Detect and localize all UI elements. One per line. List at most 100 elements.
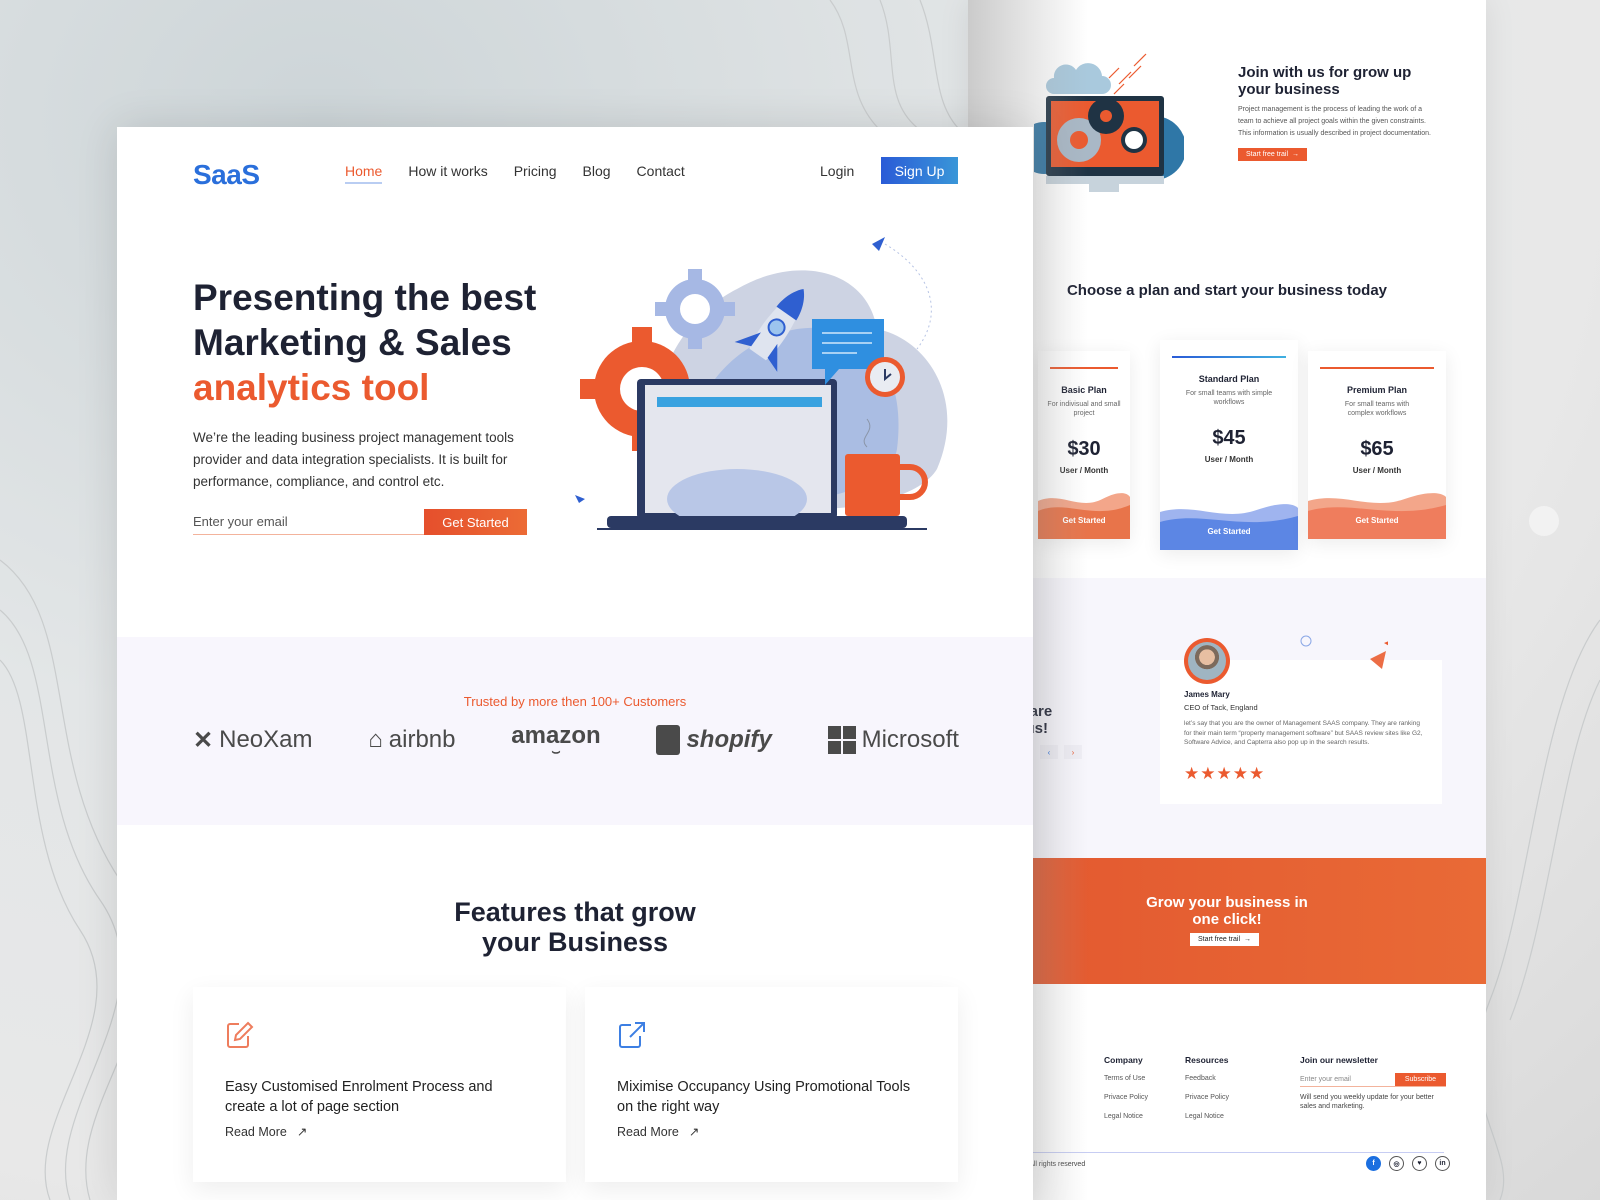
testimonial-nav: ‹ › <box>1040 745 1082 759</box>
hero-title-line: Presenting the best <box>193 277 537 318</box>
nav-pricing[interactable]: Pricing <box>514 163 557 184</box>
join-section: Join with us for grow up your business P… <box>1238 64 1438 161</box>
brand-amazon: amazon ⌣ <box>511 724 600 759</box>
email-input[interactable]: Enter your email <box>193 510 425 535</box>
microsoft-logo-icon <box>827 726 856 754</box>
main-page-preview: SaaS Home How it works Pricing Blog Cont… <box>117 127 1033 1200</box>
features-title-line: Features that grow <box>454 897 696 927</box>
brand-airbnb: ⌂ airbnb <box>368 726 455 754</box>
cta-title-line: Grow your business in <box>1146 894 1308 911</box>
newsletter: Join our newsletter Enter your email Sub… <box>1300 1055 1446 1111</box>
footer-link[interactable]: Legal Notice <box>1104 1113 1148 1120</box>
arrow-up-right-icon: ↗ <box>296 1125 308 1139</box>
plan-wave <box>1308 493 1446 539</box>
plan-name: Basic Plan <box>1061 385 1107 395</box>
plans-title: Choose a plan and start your business to… <box>1066 282 1388 299</box>
get-started-button[interactable]: Get Started <box>424 509 527 535</box>
brand-name: airbnb <box>388 726 456 753</box>
monitor-gears-illustration <box>1034 53 1184 192</box>
trusted-by-section: Trusted by more then 100+ Customers ✕ Neo… <box>117 637 1033 825</box>
reviewer-name: James Mary <box>1184 690 1230 699</box>
brand-name: NeoXam <box>219 726 313 753</box>
plan-card-premium: Premium Plan For small teams with comple… <box>1308 351 1446 539</box>
logo-text: Saa <box>193 159 242 190</box>
plan-card-basic: Basic Plan For indivisual and small proj… <box>1038 351 1130 539</box>
instagram-icon[interactable]: ◎ <box>1389 1156 1404 1171</box>
feature-title: Easy Customised Enrolment Process and cr… <box>225 1079 493 1115</box>
cta-title-line: one click! <box>1192 911 1262 928</box>
nav-contact[interactable]: Contact <box>637 163 685 184</box>
subscribe-button[interactable]: Subscribe <box>1394 1073 1446 1086</box>
feature-card: Miximise Occupancy Using Promotional Too… <box>585 987 958 1182</box>
main-nav: Home How it works Pricing Blog Contact <box>345 163 685 184</box>
plan-get-started-button[interactable]: Get Started <box>1038 516 1130 525</box>
next-arrow-button[interactable]: › <box>1064 745 1082 759</box>
plan-name: Premium Plan <box>1346 385 1408 395</box>
nav-how-it-works[interactable]: How it works <box>408 163 487 184</box>
external-link-icon <box>619 1022 645 1048</box>
footer-heading: Resources <box>1185 1055 1229 1065</box>
twitter-icon[interactable]: ♥ <box>1412 1156 1427 1171</box>
reviewer-role: CEO of Tack, England <box>1184 703 1258 712</box>
feature-card: Easy Customised Enrolment Process and cr… <box>193 987 566 1182</box>
plan-accent-bar <box>1320 367 1434 369</box>
decorative-dot <box>1529 506 1559 536</box>
newsletter-email-input[interactable]: Enter your email <box>1300 1073 1395 1086</box>
facebook-icon[interactable]: f <box>1366 1156 1381 1171</box>
amazon-smile-icon: ⌣ <box>551 743 561 759</box>
airbnb-logo-icon: ⌂ <box>368 726 383 753</box>
plan-card-standard: Standard Plan For small teams with simpl… <box>1160 340 1298 550</box>
cta-banner: Grow your business in one click! Start f… <box>968 858 1486 984</box>
brand-name: Microsoft <box>861 726 959 753</box>
plan-get-started-button[interactable]: Get Started <box>1308 516 1446 525</box>
plan-wave <box>1038 493 1130 539</box>
plan-get-started-button[interactable]: Get Started <box>1160 527 1298 536</box>
footer-link[interactable]: Legal Notice <box>1185 1113 1229 1120</box>
hero-description: We’re the leading business project manag… <box>193 430 514 489</box>
features-title: Features that grow your Business <box>117 897 1033 957</box>
read-more-link[interactable]: Read More ↗ <box>617 1124 700 1140</box>
footer-link[interactable]: Terms of Use <box>1104 1075 1148 1082</box>
brand-name: shopify <box>686 726 772 753</box>
cta-start-trial-button[interactable]: Start free trail → <box>1190 933 1260 946</box>
plan-accent-bar <box>1172 356 1286 358</box>
avatar <box>1184 638 1230 684</box>
footer-resources-column: Resources Feedback Privace Policy Legal … <box>1185 1055 1229 1132</box>
join-title: Join with us for grow up your business <box>1238 64 1412 98</box>
footer-divider <box>968 1152 1444 1153</box>
features-title-line: your Business <box>481 927 669 957</box>
signup-button[interactable]: Sign Up <box>881 157 958 184</box>
brand-neoxam: ✕ NeoXam <box>193 726 312 755</box>
shopify-bag-icon <box>656 725 681 755</box>
plan-description: For small teams with simple workflows <box>1185 390 1273 406</box>
newsletter-note: Will send you weekly update for your bet… <box>1300 1094 1434 1110</box>
plan-period: User / Month <box>1352 466 1402 475</box>
star-rating: ★★★★★ <box>1184 764 1266 783</box>
prev-arrow-button[interactable]: ‹ <box>1040 745 1058 759</box>
neoxam-logo-icon: ✕ <box>193 726 214 754</box>
hero-title-line: Marketing & Sales <box>193 322 512 363</box>
trusted-title: Trusted by more then 100+ Customers <box>463 694 687 709</box>
logo-text: S <box>241 159 260 190</box>
footer-link[interactable]: Privace Policy <box>1185 1094 1229 1101</box>
brand-shopify: shopify <box>656 725 772 755</box>
start-free-trial-button[interactable]: Start free trail → <box>1238 148 1308 161</box>
brand-logos: ✕ NeoXam ⌂ airbnb amazon ⌣ shopify Microsof… <box>193 724 959 759</box>
start-free-trial-label: Start free trail <box>1246 151 1289 158</box>
login-link[interactable]: Login <box>820 163 854 179</box>
footer-link[interactable]: Feedback <box>1185 1075 1229 1082</box>
read-more-link[interactable]: Read More ↗ <box>225 1124 308 1140</box>
cta-button-label: Start free trail <box>1198 936 1241 943</box>
hero-illustration <box>575 237 948 530</box>
plan-description: For small teams with complex workflows <box>1344 401 1410 417</box>
footer-link[interactable]: Privace Policy <box>1104 1094 1148 1101</box>
plan-name: Standard Plan <box>1198 374 1260 384</box>
nav-home[interactable]: Home <box>345 163 383 184</box>
feature-title: Miximise Occupancy Using Promotional Too… <box>617 1079 911 1115</box>
nav-blog[interactable]: Blog <box>583 163 611 184</box>
arrow-up-right-icon: ↗ <box>688 1125 700 1139</box>
linkedin-icon[interactable]: in <box>1435 1156 1450 1171</box>
plan-price: $30 <box>1067 438 1101 460</box>
logo[interactable]: SaaS <box>193 159 260 191</box>
plan-price: $65 <box>1360 438 1394 460</box>
